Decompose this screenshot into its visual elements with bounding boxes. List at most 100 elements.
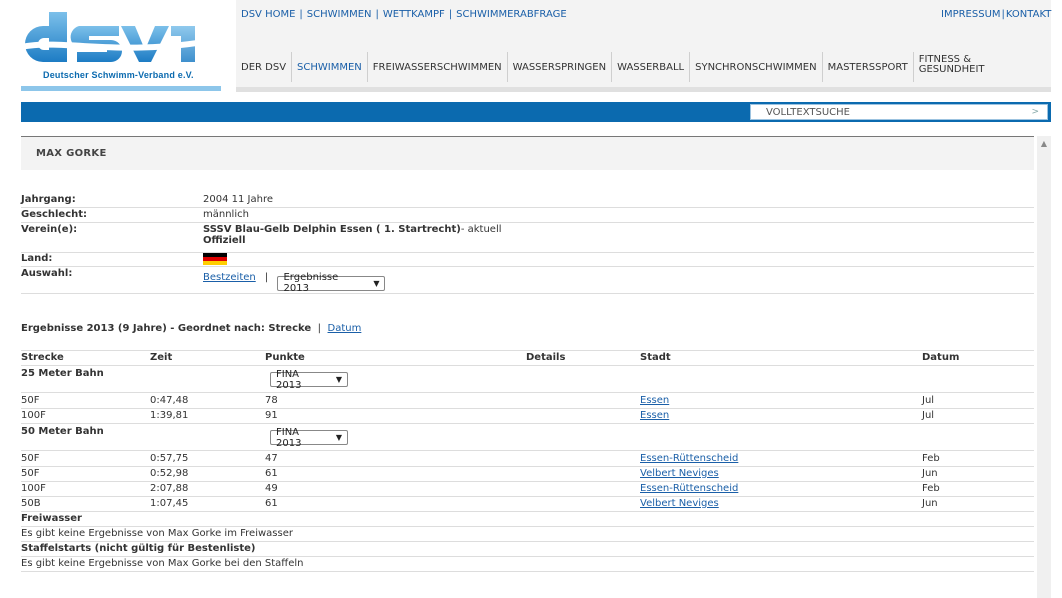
staffel-empty-text: Es gibt keine Ergebnisse von Max Gorke b… bbox=[21, 558, 304, 569]
table-row-zeit: 1:07,45 bbox=[150, 498, 189, 509]
divider bbox=[21, 365, 1034, 366]
points-select-50m[interactable]: FINA 2013 ▼ bbox=[270, 427, 348, 449]
points-select-50m-value: FINA 2013 bbox=[276, 426, 302, 449]
verein-role: Offiziell bbox=[203, 235, 246, 246]
col-header-datum: Datum bbox=[922, 352, 960, 363]
scroll-up-arrow-icon[interactable]: ▲ bbox=[1037, 136, 1051, 150]
divider bbox=[21, 481, 1034, 482]
chevron-down-icon: ▼ bbox=[335, 375, 342, 384]
table-row-strecke: 50F bbox=[21, 453, 40, 464]
info-row-land: Land: bbox=[21, 253, 1034, 267]
bestzeiten-link[interactable]: Bestzeiten bbox=[203, 272, 256, 283]
divider bbox=[21, 556, 1034, 557]
table-row-punkte: 49 bbox=[265, 483, 278, 494]
nav-item-mastersport[interactable]: MASTERSSPORT bbox=[823, 52, 914, 82]
table-row-datum: Feb bbox=[922, 483, 940, 494]
divider bbox=[21, 423, 1034, 424]
top-link-dsv-home[interactable]: DSV HOME bbox=[241, 9, 295, 20]
info-row-geschlecht: Geschlecht: männlich bbox=[21, 209, 1034, 223]
nav-item-schwimmen[interactable]: SCHWIMMEN bbox=[292, 52, 368, 82]
table-row-datum: Feb bbox=[922, 453, 940, 464]
table-row-stadt-link[interactable]: Essen-Rüttenscheid bbox=[640, 453, 738, 464]
nav-item-der-dsv[interactable]: DER DSV bbox=[236, 52, 293, 82]
section-25m: 25 Meter Bahn bbox=[21, 368, 104, 379]
divider bbox=[21, 526, 1034, 527]
nav-item-fitness-gesundheit[interactable]: FITNESS & GESUNDHEIT bbox=[914, 52, 990, 82]
land-label: Land: bbox=[21, 253, 53, 264]
separator: | bbox=[448, 9, 453, 20]
top-links: DSV HOME | SCHWIMMEN | WETTKAMPF | SCHWIMMERAB… bbox=[241, 9, 567, 20]
table-row-stadt-link[interactable]: Velbert Neviges bbox=[640, 468, 719, 479]
verein-status: - aktuell bbox=[460, 224, 502, 235]
geschlecht-label: Geschlecht: bbox=[21, 209, 88, 220]
top-right-links: IMPRESSUM|KONTAKT bbox=[941, 9, 1051, 20]
verein-name: SSSV Blau-Gelb Delphin Essen ( 1. Startr… bbox=[203, 224, 461, 235]
table-row-strecke: 100F bbox=[21, 410, 46, 421]
table-row-punkte: 61 bbox=[265, 498, 278, 509]
jahrgang-value: 2004 11 Jahre bbox=[203, 194, 273, 205]
nav-item-freiwasserschwimmen[interactable]: FREIWASSERSCHWIMMEN bbox=[368, 52, 508, 82]
info-row-jahrgang: Jahrgang: 2004 11 Jahre bbox=[21, 194, 1034, 208]
verein-value: SSSV Blau-Gelb Delphin Essen ( 1. Startr… bbox=[203, 224, 502, 246]
table-row-datum: Jun bbox=[922, 468, 938, 479]
table-row-stadt-link[interactable]: Velbert Neviges bbox=[640, 498, 719, 509]
nav-item-wasserspringen[interactable]: WASSERSPRINGEN bbox=[508, 52, 613, 82]
top-link-impressum[interactable]: IMPRESSUM bbox=[941, 9, 1001, 20]
nav-item-wasserball[interactable]: WASSERBALL bbox=[612, 52, 691, 82]
results-heading-text: Ergebnisse 2013 (9 Jahre) - Geordnet nac… bbox=[21, 323, 312, 334]
divider bbox=[21, 496, 1034, 497]
top-link-wettkampf[interactable]: WETTKAMPF bbox=[383, 9, 445, 20]
nav-item-synchronschwimmen[interactable]: SYNCHRONSCHWIMMEN bbox=[690, 52, 823, 82]
results-heading: Ergebnisse 2013 (9 Jahre) - Geordnet nac… bbox=[21, 323, 361, 334]
table-row-datum: Jul bbox=[922, 410, 935, 421]
jahrgang-label: Jahrgang: bbox=[21, 194, 76, 205]
points-select-25m-value: FINA 2013 bbox=[276, 368, 302, 391]
dsv-logo[interactable]: Deutscher Schwimm-Verband e.V. bbox=[21, 0, 221, 92]
search-arrow-icon[interactable]: > bbox=[1031, 107, 1039, 117]
search-input[interactable]: VOLLTEXTSUCHE > bbox=[750, 104, 1048, 120]
auswahl-select[interactable]: Ergebnisse 2013 ▼ bbox=[277, 272, 386, 294]
logo-underline bbox=[21, 86, 221, 91]
points-select-25m[interactable]: FINA 2013 ▼ bbox=[270, 369, 348, 391]
table-row-stadt-link[interactable]: Essen bbox=[640, 410, 669, 421]
table-row-strecke: 100F bbox=[21, 483, 46, 494]
table-row-stadt-link[interactable]: Essen bbox=[640, 395, 669, 406]
table-row-datum: Jun bbox=[922, 498, 938, 509]
col-header-punkte: Punkte bbox=[265, 352, 305, 363]
table-row-stadt-link[interactable]: Essen-Rüttenscheid bbox=[640, 483, 738, 494]
divider bbox=[21, 450, 1034, 451]
col-header-stadt: Stadt bbox=[640, 352, 671, 363]
table-row-punkte: 91 bbox=[265, 410, 278, 421]
section-50m: 50 Meter Bahn bbox=[21, 426, 104, 437]
table-row-zeit: 1:39,81 bbox=[150, 410, 189, 421]
separator: | bbox=[375, 9, 379, 20]
auswahl-select-value: Ergebnisse 2013 bbox=[283, 272, 339, 294]
divider bbox=[21, 571, 1034, 572]
dsv-logo-icon bbox=[21, 12, 197, 62]
auswahl-label: Auswahl: bbox=[21, 268, 73, 279]
divider bbox=[21, 541, 1034, 542]
top-link-kontakt[interactable]: KONTAKT bbox=[1006, 9, 1051, 20]
page-title: MAX GORKE bbox=[36, 148, 107, 159]
top-link-schwimmerabfrage[interactable]: SCHWIMMERABFRAGE bbox=[456, 9, 567, 20]
germany-flag-icon bbox=[203, 253, 227, 265]
separator: | bbox=[264, 272, 269, 283]
table-row-zeit: 0:47,48 bbox=[150, 395, 189, 406]
divider bbox=[21, 350, 1034, 351]
freiwasser-empty-text: Es gibt keine Ergebnisse von Max Gorke i… bbox=[21, 528, 293, 539]
separator: | bbox=[317, 323, 322, 334]
geschlecht-value: männlich bbox=[203, 209, 249, 220]
main-nav: DER DSV SCHWIMMEN FREIWASSERSCHWIMMEN WA… bbox=[236, 52, 990, 82]
top-link-schwimmen[interactable]: SCHWIMMEN bbox=[307, 9, 372, 20]
table-row-strecke: 50B bbox=[21, 498, 41, 509]
chevron-down-icon: ▼ bbox=[373, 278, 380, 288]
scrollbar[interactable] bbox=[1037, 136, 1051, 598]
divider bbox=[21, 466, 1034, 467]
verein-label: Verein(e): bbox=[21, 224, 78, 235]
col-header-details: Details bbox=[526, 352, 566, 363]
divider bbox=[21, 511, 1034, 512]
separator: | bbox=[299, 9, 303, 20]
col-header-zeit: Zeit bbox=[150, 352, 173, 363]
divider bbox=[21, 408, 1034, 409]
sort-by-datum-link[interactable]: Datum bbox=[328, 323, 362, 334]
